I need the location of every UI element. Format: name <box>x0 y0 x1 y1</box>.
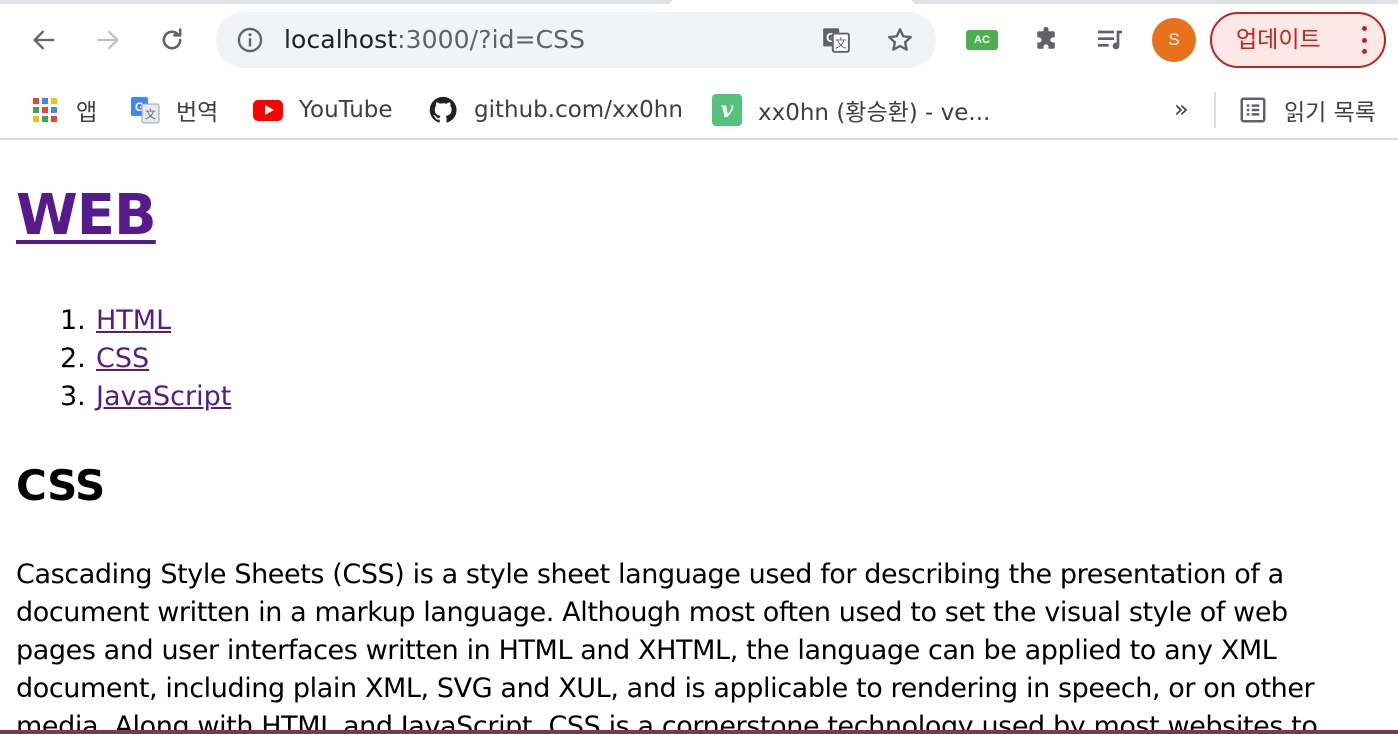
bookmark-translate[interactable]: G 文 번역 <box>130 86 218 134</box>
bookmark-github[interactable]: github.com/xx0hn <box>428 86 683 134</box>
svg-text:文: 文 <box>835 37 847 51</box>
apps-grid-icon <box>30 95 60 125</box>
more-vert-icon[interactable] <box>1358 26 1370 54</box>
update-button[interactable]: 업데이트 <box>1210 12 1386 68</box>
link-css[interactable]: CSS <box>96 343 149 374</box>
reading-list-button[interactable]: 읽기 목록 <box>1238 86 1376 134</box>
github-icon <box>428 95 458 125</box>
playlist-icon <box>1098 30 1122 50</box>
page-title: WEB <box>16 182 157 250</box>
tab-strip-left <box>0 0 672 4</box>
url-path: :3000/?id=CSS <box>397 25 586 54</box>
url-text[interactable]: localhost:3000/?id=CSS <box>284 24 585 56</box>
address-bar[interactable]: localhost:3000/?id=CSS G 文 <box>216 12 936 68</box>
google-translate-icon: G 文 <box>130 95 160 125</box>
ac-extension-button[interactable]: AC <box>962 20 1002 60</box>
list-item: 3. JavaScript <box>60 378 231 416</box>
list-item: 1. HTML <box>60 302 231 340</box>
page-content: WEB 1. HTML 2. CSS 3. JavaScript CSS Cascad… <box>0 142 1398 734</box>
bookmark-apps[interactable]: 앱 <box>30 86 97 134</box>
reload-button[interactable] <box>150 18 194 62</box>
svg-text:文: 文 <box>145 107 156 121</box>
media-control-button[interactable] <box>1090 20 1130 60</box>
bookmark-label: xx0hn (황승환) - ve... <box>758 100 991 126</box>
bookmarks-divider <box>1214 92 1216 128</box>
bookmark-label: github.com/xx0hn <box>474 97 683 123</box>
home-link[interactable]: WEB <box>16 183 157 248</box>
section-heading: CSS <box>16 461 105 510</box>
bookmark-velog[interactable]: v xx0hn (황승환) - ve... <box>712 86 990 134</box>
update-label: 업데이트 <box>1236 27 1321 53</box>
list-number: 1. <box>60 305 86 336</box>
reload-icon <box>162 28 182 50</box>
section-body: Cascading Style Sheets (CSS) is a style … <box>16 559 1318 734</box>
profile-avatar[interactable]: S <box>1152 18 1196 62</box>
link-javascript[interactable]: JavaScript <box>96 381 231 412</box>
back-button[interactable] <box>22 18 66 62</box>
ac-badge: AC <box>966 30 998 50</box>
bookmark-label: 앱 <box>76 100 98 126</box>
info-icon[interactable] <box>234 24 266 56</box>
url-host: localhost <box>284 25 398 54</box>
link-html[interactable]: HTML <box>96 305 171 336</box>
arrow-right-icon <box>97 30 119 50</box>
bookmark-label: 번역 <box>176 100 219 126</box>
reading-list-label: 읽기 목록 <box>1284 100 1376 126</box>
translate-icon[interactable]: G 文 <box>816 22 856 58</box>
list-number: 2. <box>60 343 86 374</box>
puzzle-icon <box>1037 26 1055 49</box>
arrow-left-icon <box>33 30 55 50</box>
youtube-icon <box>253 95 283 125</box>
bookmark-label: YouTube <box>299 97 393 123</box>
list-number: 3. <box>60 381 86 412</box>
list-item: 2. CSS <box>60 340 231 378</box>
bookmarks-overflow-button[interactable]: » <box>1174 86 1189 134</box>
extensions-button[interactable] <box>1026 20 1066 60</box>
tab-strip-edge <box>0 0 1398 4</box>
bookmarks-bar: 앱 G 文 번역 YouTube github.com/xx0hn v xx0h… <box>0 80 1398 140</box>
star-icon[interactable] <box>880 22 920 58</box>
browser-toolbar: localhost:3000/?id=CSS G 文 AC S 업데이트 <box>0 0 1398 80</box>
window-bottom-edge <box>0 730 1398 734</box>
reading-list-icon <box>1238 95 1268 125</box>
nav-list: 1. HTML 2. CSS 3. JavaScript <box>60 302 231 416</box>
bookmark-youtube[interactable]: YouTube <box>253 86 393 134</box>
forward-button[interactable] <box>86 18 130 62</box>
tab-strip-right <box>912 0 1398 4</box>
velog-icon: v <box>712 94 742 126</box>
